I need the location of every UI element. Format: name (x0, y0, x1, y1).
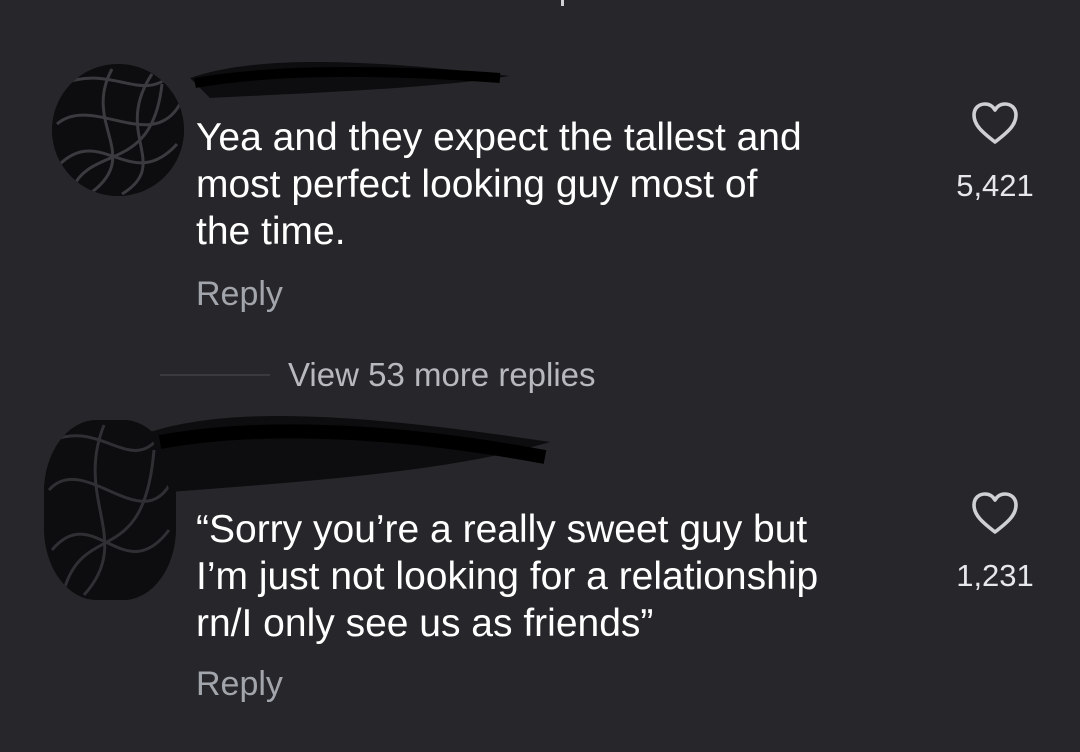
like-control: 1,231 (940, 490, 1050, 594)
comment-2: “Sorry you’re a really sweet guy but I’m… (0, 0, 1080, 752)
comment-text-line-2: I’m just not looking for a relationship (196, 555, 819, 598)
reply-button[interactable]: Reply (196, 664, 283, 704)
like-count: 1,231 (956, 558, 1034, 593)
comments-screen: Yea and they expect the tallest and most… (0, 0, 1080, 752)
comment-text-line-1: “Sorry you’re a really sweet guy but (196, 508, 808, 551)
redacted-username (150, 402, 560, 502)
heart-icon[interactable] (970, 490, 1020, 536)
comment-text-line-3: rn/I only see us as friends” (196, 602, 654, 645)
